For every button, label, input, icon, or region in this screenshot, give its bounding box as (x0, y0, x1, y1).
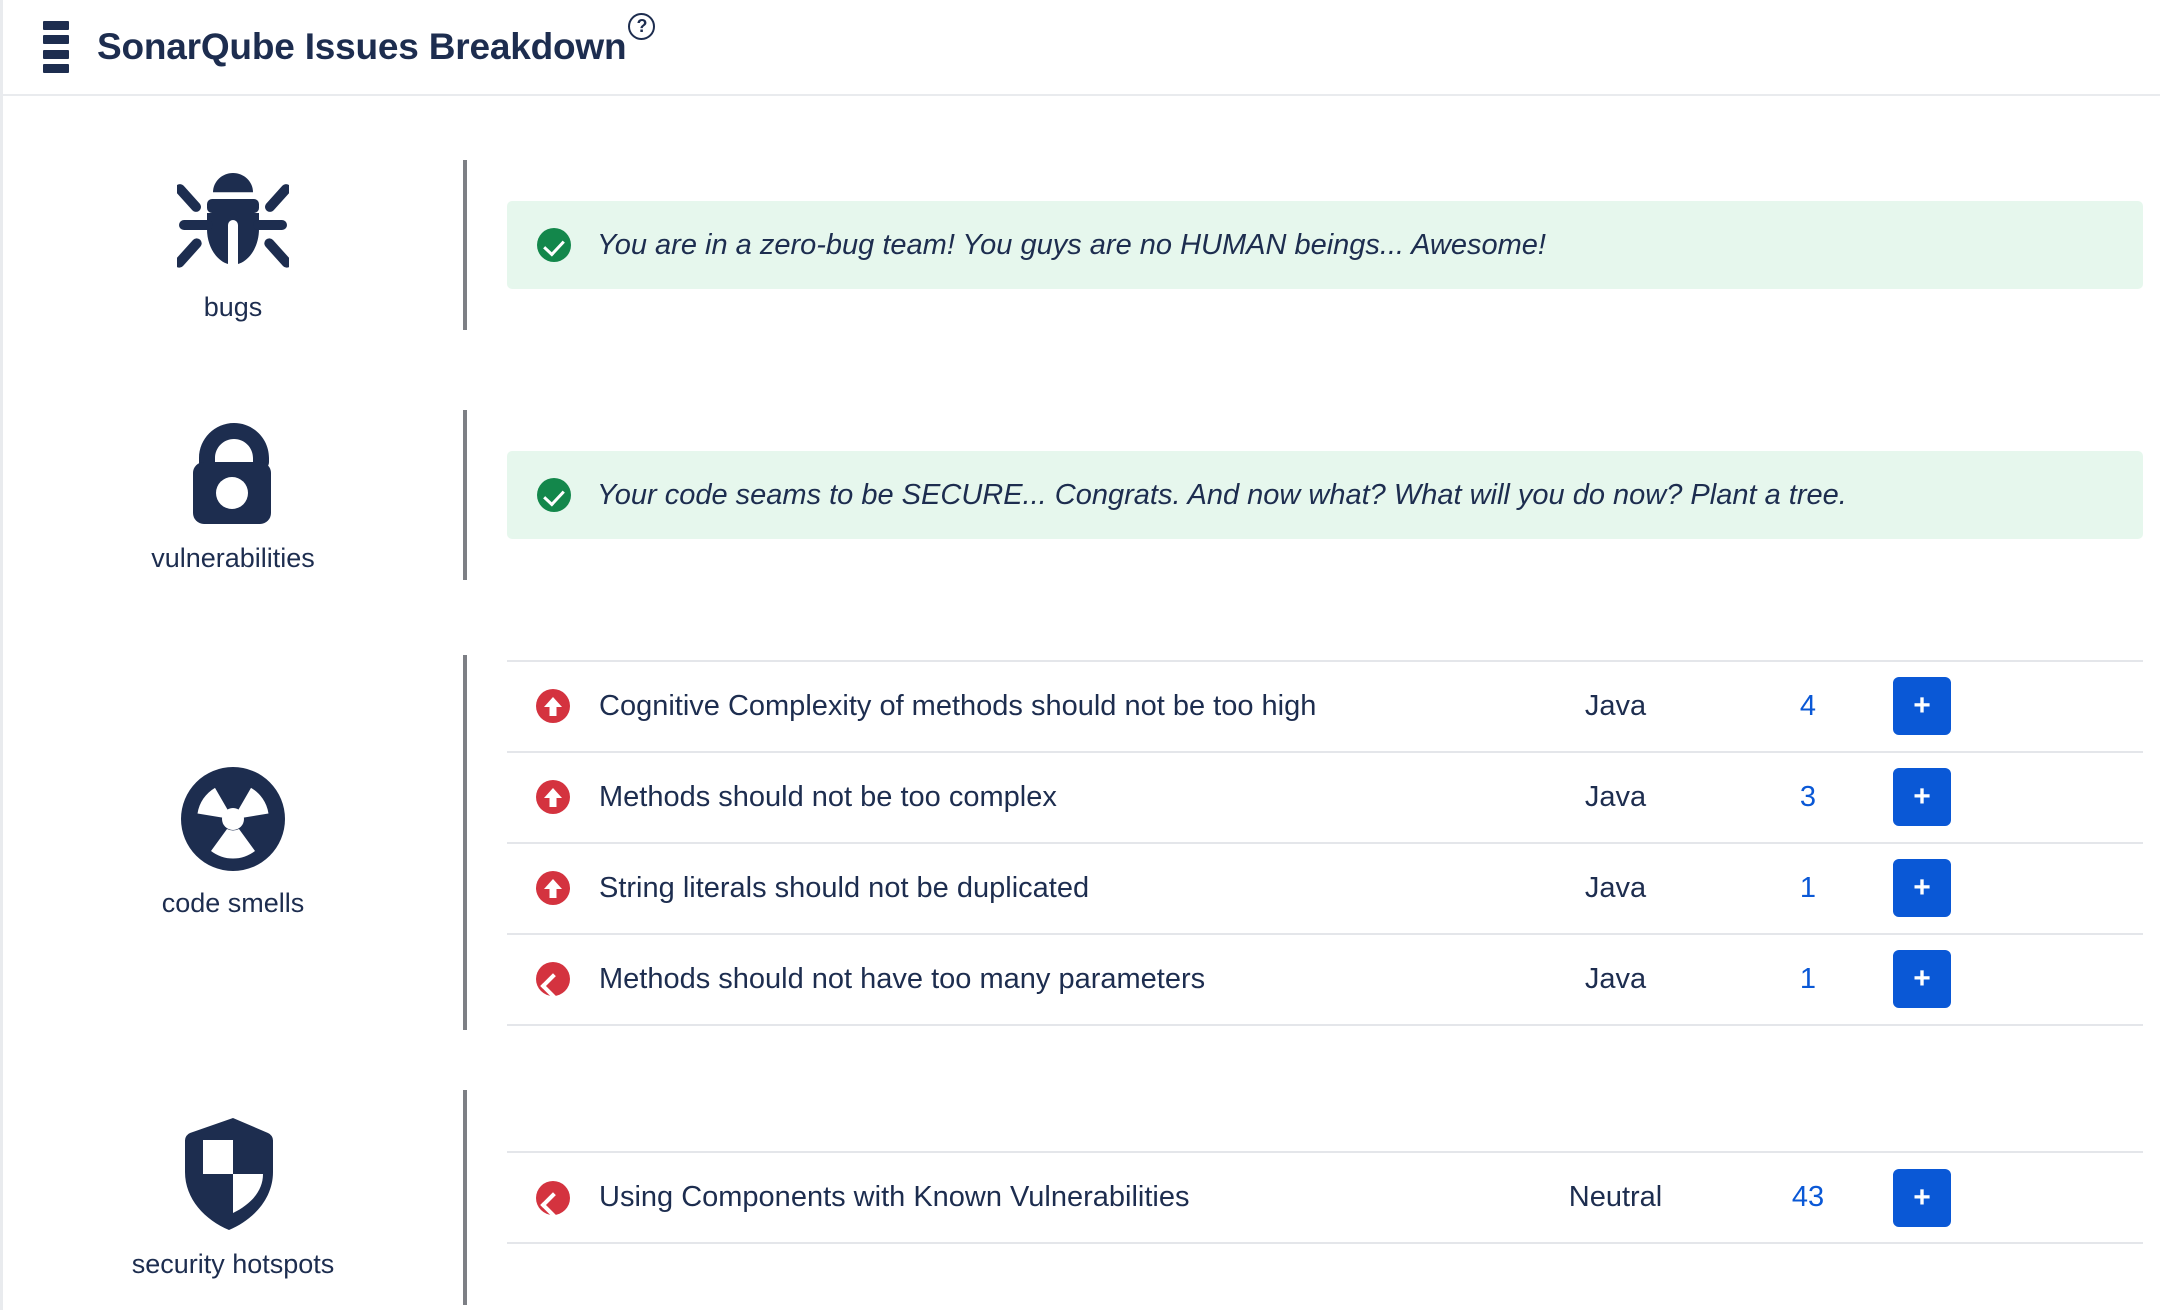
section-security-hotspots: security hotspots Using Components with … (3, 1090, 2160, 1305)
check-circle-icon (537, 478, 571, 512)
category-label-vulnerabilities: vulnerabilities (151, 543, 315, 573)
section-content-vulnerabilities: Your code seams to be SECURE... Congrats… (467, 410, 2160, 580)
rule-name: String literals should not be duplicated (599, 871, 1090, 904)
page-title-text: SonarQube Issues Breakdown (97, 26, 627, 67)
add-button[interactable]: + (1893, 768, 1951, 826)
page-header: SonarQube Issues Breakdown? (3, 0, 2160, 96)
language-cell: Java (1508, 752, 1723, 843)
category-security-hotspots: security hotspots (3, 1090, 463, 1305)
table-row[interactable]: Cognitive Complexity of methods should n… (507, 660, 2143, 752)
severity-cell (507, 1152, 599, 1243)
language-cell: Java (1508, 843, 1723, 934)
issues-table-code-smells: Cognitive Complexity of methods should n… (507, 660, 2143, 1026)
issue-count[interactable]: 43 (1792, 1181, 1824, 1213)
arrow-up-circle-icon (536, 871, 570, 905)
category-label-security-hotspots: security hotspots (131, 1248, 335, 1279)
count-cell: 43 (1723, 1152, 1893, 1243)
issues-table-security-hotspots: Using Components with Known Vulnerabilit… (507, 1151, 2143, 1244)
add-button[interactable]: + (1893, 677, 1951, 735)
add-button[interactable]: + (1893, 1168, 1951, 1227)
radiation-icon (181, 766, 285, 876)
category-vulnerabilities: vulnerabilities (3, 410, 463, 580)
rule-name: Methods should not have too many paramet… (599, 962, 1206, 995)
count-cell: 4 (1723, 661, 1893, 752)
table-row[interactable]: Methods should not be too complex Java 3… (507, 751, 2143, 843)
table-row[interactable]: Using Components with Known Vulnerabilit… (507, 1152, 2143, 1243)
stacked-bars-icon-bar (43, 21, 69, 30)
issue-count[interactable]: 3 (1800, 781, 1816, 813)
check-circle-icon (537, 228, 571, 262)
rule-name: Cognitive Complexity of methods should n… (599, 689, 1317, 722)
category-label-code-smells: code smells (161, 887, 305, 918)
add-button[interactable]: + (1893, 950, 1951, 1008)
arrow-up-circle-icon (536, 689, 570, 723)
bug-icon (174, 167, 292, 280)
severity-cell (507, 661, 599, 752)
unlock-icon (185, 416, 281, 531)
chevron-up-circle-icon (536, 962, 570, 996)
rule-cell: Using Components with Known Vulnerabilit… (599, 1152, 1508, 1243)
add-button[interactable]: + (1893, 859, 1951, 917)
action-cell: + (1893, 661, 2143, 752)
alert-bugs: You are in a zero-bug team! You guys are… (507, 200, 2143, 290)
category-label-bugs: bugs (203, 292, 263, 322)
severity-cell (507, 752, 599, 843)
dashboard-page: SonarQube Issues Breakdown? bugs You are… (0, 0, 2160, 1310)
table-row[interactable]: String literals should not be duplicated… (507, 842, 2143, 934)
severity-cell (507, 843, 599, 934)
language-cell: Java (1508, 934, 1723, 1025)
language-label: Neutral (1568, 1181, 1663, 1213)
shield-icon (181, 1116, 285, 1237)
language-label: Java (1584, 689, 1647, 722)
rule-cell: Methods should not have too many paramet… (599, 934, 1508, 1025)
section-code-smells: code smells Cognitive Complexity of meth… (3, 655, 2160, 1030)
stacked-bars-icon[interactable] (43, 21, 69, 73)
issue-count[interactable]: 1 (1800, 963, 1816, 995)
severity-cell (507, 934, 599, 1025)
action-cell: + (1893, 1152, 2143, 1243)
count-cell: 1 (1723, 934, 1893, 1025)
language-label: Java (1584, 780, 1647, 813)
language-cell: Java (1508, 661, 1723, 752)
arrow-up-circle-icon (536, 780, 570, 814)
alert-message: You are in a zero-bug team! You guys are… (597, 228, 1546, 261)
stacked-bars-icon-bar (43, 63, 69, 73)
category-bugs: bugs (3, 160, 463, 330)
page-title: SonarQube Issues Breakdown? (97, 12, 656, 68)
language-cell: Neutral (1508, 1152, 1723, 1243)
table-row[interactable]: Methods should not have too many paramet… (507, 933, 2143, 1025)
rule-cell: Cognitive Complexity of methods should n… (599, 661, 1508, 752)
language-label: Java (1584, 871, 1647, 904)
language-label: Java (1584, 962, 1647, 995)
rule-name: Methods should not be too complex (599, 780, 1057, 813)
section-vulnerabilities: vulnerabilities Your code seams to be SE… (3, 410, 2160, 580)
section-content-bugs: You are in a zero-bug team! You guys are… (467, 160, 2160, 330)
action-cell: + (1893, 752, 2143, 843)
section-bugs: bugs You are in a zero-bug team! You guy… (3, 160, 2160, 330)
section-content-security-hotspots: Using Components with Known Vulnerabilit… (467, 1090, 2160, 1305)
count-cell: 1 (1723, 843, 1893, 934)
alert-message: Your code seams to be SECURE... Congrats… (597, 478, 1847, 511)
rule-name: Using Components with Known Vulnerabilit… (599, 1181, 1190, 1213)
issue-count[interactable]: 1 (1800, 872, 1816, 904)
section-content-code-smells: Cognitive Complexity of methods should n… (467, 655, 2160, 1030)
action-cell: + (1893, 843, 2143, 934)
stacked-bars-icon-bar (43, 49, 69, 59)
category-code-smells: code smells (3, 655, 463, 1030)
action-cell: + (1893, 934, 2143, 1025)
issue-count[interactable]: 4 (1800, 690, 1816, 722)
alert-vulnerabilities: Your code seams to be SECURE... Congrats… (507, 450, 2143, 540)
chevron-up-circle-icon (536, 1180, 570, 1215)
rule-cell: String literals should not be duplicated (599, 843, 1508, 934)
stacked-bars-icon-bar (43, 35, 69, 45)
count-cell: 3 (1723, 752, 1893, 843)
rule-cell: Methods should not be too complex (599, 752, 1508, 843)
help-icon[interactable]: ? (628, 12, 656, 40)
